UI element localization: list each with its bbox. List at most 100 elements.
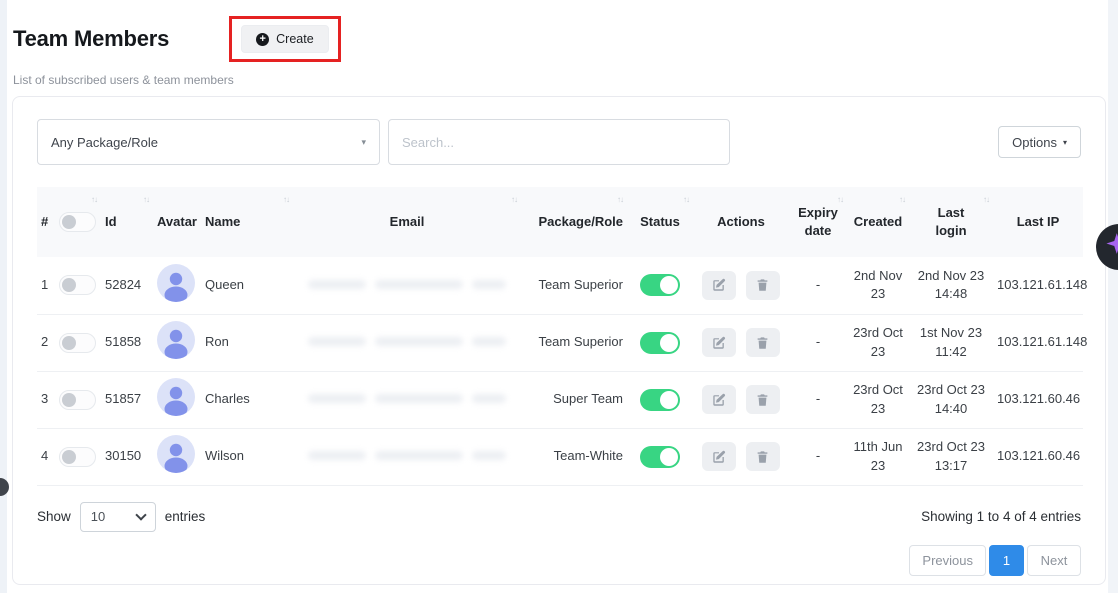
sort-icon: ↑↓	[511, 195, 517, 206]
edit-icon	[712, 450, 726, 464]
expiry-date: -	[789, 257, 847, 314]
row-select-toggle[interactable]	[59, 390, 96, 410]
expiry-date: -	[789, 428, 847, 485]
table-row: 1 52824 Queen Team Superior - 2nd Nov 23…	[37, 257, 1083, 314]
table-footer: Show 10 entries Showing 1 to 4 of 4 entr…	[37, 502, 1081, 532]
page-subtitle: List of subscribed users & team members	[13, 73, 1118, 87]
row-select-toggle[interactable]	[59, 275, 96, 295]
member-name: Charles	[201, 371, 293, 428]
trash-icon	[756, 336, 769, 350]
create-button-label: Create	[276, 32, 314, 46]
scrollbar-track[interactable]	[1108, 0, 1118, 593]
member-id: 51857	[101, 371, 153, 428]
page-1-button[interactable]: 1	[989, 545, 1024, 576]
table-row: 4 30150 Wilson Team-White - 11th Jun 23 …	[37, 428, 1083, 485]
status-toggle[interactable]	[640, 274, 680, 296]
row-number: 2	[37, 314, 55, 371]
avatar	[157, 321, 195, 359]
sort-icon: ↑↓	[983, 195, 989, 206]
sparkle-icon	[1102, 228, 1118, 267]
package-role: Super Team	[521, 371, 627, 428]
trash-icon	[756, 450, 769, 464]
delete-button[interactable]	[746, 271, 780, 300]
last-ip: 103.121.60.46	[993, 428, 1083, 485]
person-icon	[157, 435, 195, 473]
next-page-button[interactable]: Next	[1027, 545, 1081, 576]
side-drawer-handle[interactable]	[0, 478, 9, 496]
avatar	[157, 264, 195, 302]
options-button[interactable]: Options ▾	[998, 126, 1081, 158]
edit-icon	[712, 336, 726, 350]
column-header-created[interactable]: Created↑↓	[847, 187, 909, 257]
entries-per-page-select[interactable]: 10	[80, 502, 156, 532]
previous-page-button[interactable]: Previous	[909, 545, 986, 576]
column-header-last-login[interactable]: Last login↑↓	[909, 187, 993, 257]
email-redacted-blur	[308, 280, 506, 289]
edit-button[interactable]	[702, 385, 736, 414]
delete-button[interactable]	[746, 385, 780, 414]
email-redacted-blur	[308, 451, 506, 460]
edit-button[interactable]	[702, 271, 736, 300]
last-login: 2nd Nov 23 14:48	[909, 257, 993, 314]
annotation-highlight: + Create	[229, 16, 341, 62]
delete-button[interactable]	[746, 328, 780, 357]
edit-button[interactable]	[702, 442, 736, 471]
email-redacted-blur	[308, 394, 506, 403]
sort-icon: ↑↓	[899, 195, 905, 206]
edit-icon	[712, 393, 726, 407]
delete-button[interactable]	[746, 442, 780, 471]
status-toggle[interactable]	[640, 446, 680, 468]
column-header-email[interactable]: Email↑↓	[293, 187, 521, 257]
package-role-selected-value: Any Package/Role	[51, 135, 158, 150]
expiry-date: -	[789, 314, 847, 371]
showing-status-text: Showing 1 to 4 of 4 entries	[921, 509, 1081, 524]
sort-icon: ↑↓	[617, 195, 623, 206]
sort-icon: ↑↓	[837, 195, 843, 206]
edit-button[interactable]	[702, 328, 736, 357]
last-login: 23rd Oct 23 14:40	[909, 371, 993, 428]
page-header: Team Members + Create List of subscribed…	[0, 0, 1118, 87]
edit-icon	[712, 278, 726, 292]
select-all-toggle[interactable]	[59, 212, 96, 232]
sort-icon: ↑↓	[683, 195, 689, 206]
trash-icon	[756, 393, 769, 407]
last-ip: 103.121.61.148	[993, 257, 1083, 314]
column-header-select-all[interactable]: ↑↓	[55, 187, 101, 257]
row-select-toggle[interactable]	[59, 447, 96, 467]
row-select-toggle[interactable]	[59, 333, 96, 353]
created-date: 23rd Oct 23	[847, 314, 909, 371]
table-row: 3 51857 Charles Super Team - 23rd Oct 23…	[37, 371, 1083, 428]
member-id: 52824	[101, 257, 153, 314]
row-number: 4	[37, 428, 55, 485]
sort-icon: ↑↓	[91, 195, 97, 206]
team-members-card: Any Package/Role ▾ Options ▾ # ↑↓ Id↑↓	[12, 96, 1106, 585]
created-date: 11th Jun 23	[847, 428, 909, 485]
column-header-expiry-date[interactable]: Expiry date↑↓	[789, 187, 847, 257]
member-name: Queen	[201, 257, 293, 314]
status-toggle[interactable]	[640, 332, 680, 354]
member-name: Wilson	[201, 428, 293, 485]
page-title: Team Members	[13, 26, 169, 52]
column-header-id[interactable]: Id↑↓	[101, 187, 153, 257]
left-gutter	[0, 0, 7, 593]
package-role: Team Superior	[521, 257, 627, 314]
create-button[interactable]: + Create	[241, 25, 329, 53]
column-header-status[interactable]: Status↑↓	[627, 187, 693, 257]
trash-icon	[756, 278, 769, 292]
status-toggle[interactable]	[640, 389, 680, 411]
search-input[interactable]	[388, 119, 730, 165]
column-header-avatar: Avatar	[153, 187, 201, 257]
caret-down-icon: ▾	[1063, 138, 1067, 147]
package-role-select[interactable]: Any Package/Role ▾	[37, 119, 380, 165]
member-name: Ron	[201, 314, 293, 371]
column-header-name[interactable]: Name↑↓	[201, 187, 293, 257]
members-table: # ↑↓ Id↑↓ Avatar Name↑↓ Email↑↓ Package/…	[37, 187, 1083, 486]
member-id: 51858	[101, 314, 153, 371]
row-number: 1	[37, 257, 55, 314]
column-header-actions: Actions	[693, 187, 789, 257]
email-redacted-blur	[308, 337, 506, 346]
column-header-package-role[interactable]: Package/Role↑↓	[521, 187, 627, 257]
entries-per-page-value: 10	[91, 509, 105, 524]
options-button-label: Options	[1012, 135, 1057, 150]
column-header-num[interactable]: #	[37, 187, 55, 257]
